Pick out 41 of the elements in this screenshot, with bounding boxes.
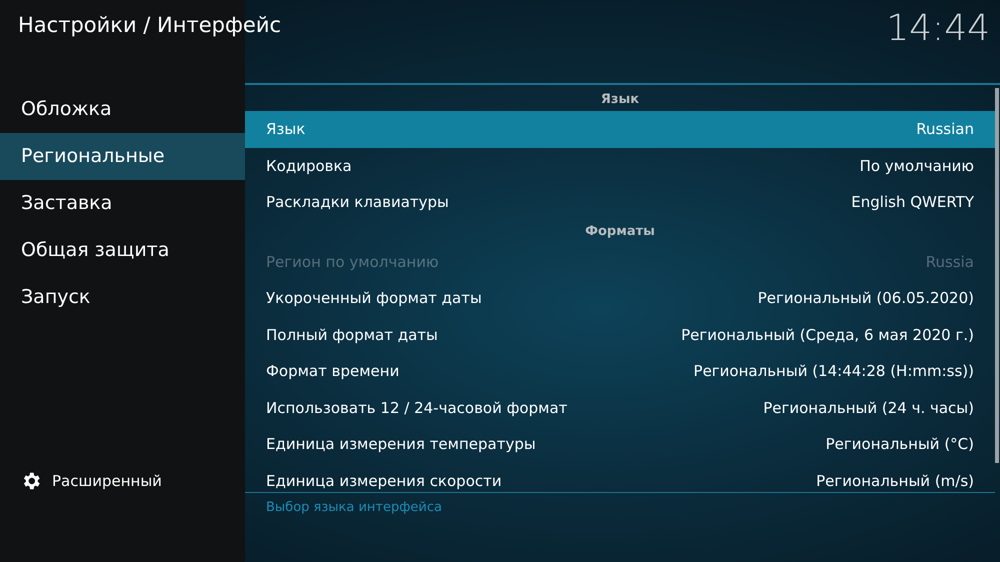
setting-row[interactable]: Укороченный формат даты Региональный (06.05.2020) [245,280,995,316]
window-title: Настройки / Интерфейс [18,12,282,39]
setting-value: Региональный (m/s) [816,470,974,492]
sidebar-item[interactable]: Общая защита [0,227,245,274]
setting-row[interactable]: Использовать 12 / 24-часовой формат Региональный (24 ч. часы) [245,390,995,426]
setting-label: Единица измерения скорости [266,470,502,492]
scroll-bar[interactable] [995,88,999,463]
level-button[interactable]: Расширенный [0,466,245,496]
setting-value: Russia [926,252,974,272]
sidebar-item[interactable]: Заставка [0,180,245,227]
setting-row[interactable]: Формат времени Региональный (14:44:28 (H:mm:ss)) [245,353,995,390]
setting-value: По умолчанию [860,156,974,176]
setting-label: Кодировка [266,156,352,176]
setting-label: Использовать 12 / 24-часовой формат [266,398,568,418]
setting-value: Региональный (°C) [826,434,974,455]
setting-row[interactable]: Язык Russian [245,111,995,148]
setting-value: Региональный (24 ч. часы) [763,398,974,418]
sidebar-item[interactable]: Региональные [0,133,245,180]
setting-row[interactable]: Единица измерения температуры Региональный (°C) [245,426,995,462]
setting-value: Russian [916,119,974,140]
setting-label: Полный формат даты [266,324,438,346]
setting-value: Региональный (06.05.2020) [758,288,974,309]
setting-value: English QWERTY [851,192,974,213]
setting-label: Единица измерения температуры [266,434,536,455]
setting-value: Региональный (Среда, 6 мая 2020 г.) [681,324,974,346]
setting-label: Формат времени [266,361,400,382]
clock: 14:44 [886,7,990,51]
description-text: Выбор языка интерфейса [265,499,443,517]
setting-label: Язык [266,119,306,140]
setting-row[interactable]: Единица измерения скорости Региональный (m/s) [245,462,995,492]
setting-row[interactable]: Кодировка По умолчанию [245,148,995,184]
setting-label: Регион по умолчанию [266,252,439,272]
sidebar-item[interactable]: Обложка [0,86,245,133]
setting-value: Региональный (14:44:28 (H:mm:ss)) [694,361,974,382]
setting-row[interactable]: Полный формат даты Региональный (Среда, 6 мая 2020 г.) [245,316,995,353]
setting-label: Раскладки клавиатуры [266,192,449,213]
setting-row[interactable]: Раскладки клавиатуры English QWERTY [245,184,995,220]
setting-label: Укороченный формат даты [266,288,482,309]
section-header: Форматы [584,223,656,242]
sidebar-item[interactable]: Запуск [0,274,245,321]
section-header: Язык [600,90,640,109]
